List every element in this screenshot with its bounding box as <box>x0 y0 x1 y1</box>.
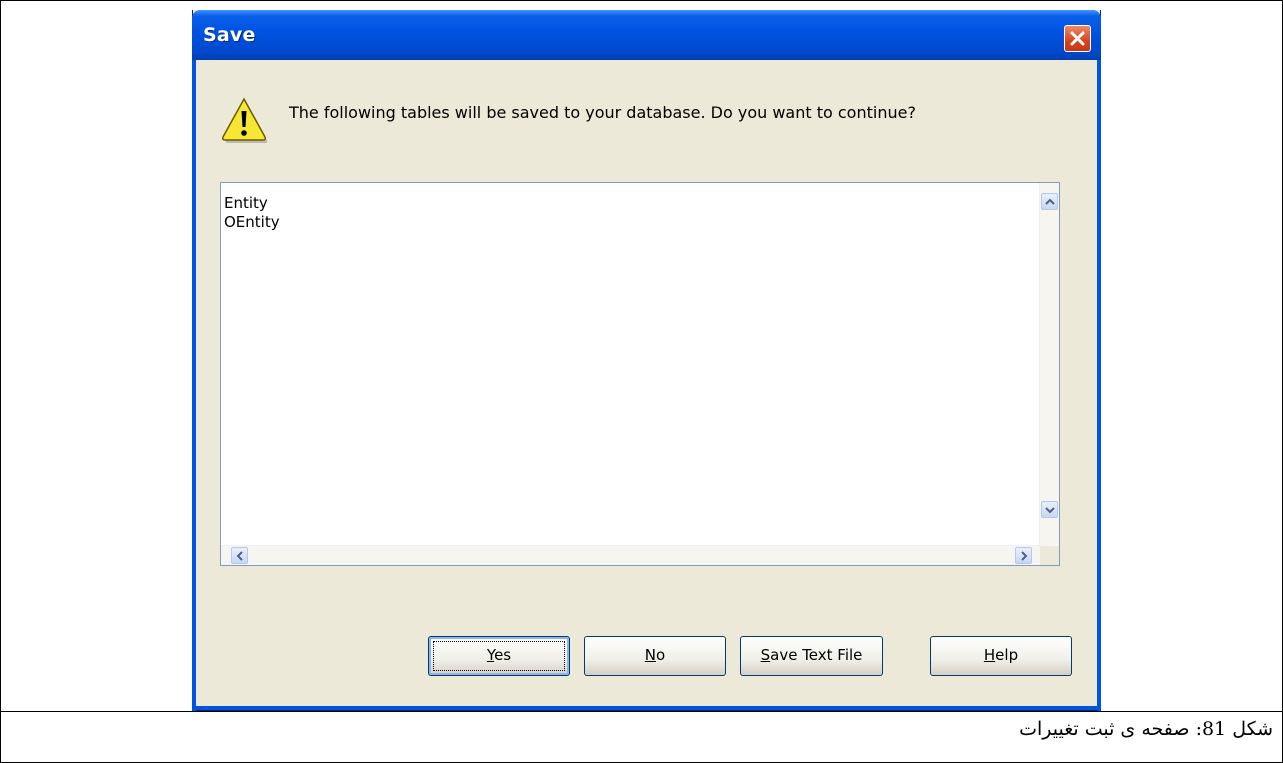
save-dialog: Save The following tables will be saved … <box>192 10 1101 711</box>
window-border-left <box>192 60 196 711</box>
help-mnemonic: H <box>983 646 996 664</box>
list-item[interactable]: OEntity <box>224 213 280 231</box>
horizontal-scrollbar[interactable] <box>221 545 1042 565</box>
scrollbar-corner <box>1040 546 1059 565</box>
warning-icon <box>222 97 268 143</box>
chevron-right-icon <box>1021 551 1028 561</box>
yes-button[interactable]: Yes <box>428 636 570 676</box>
list-item[interactable]: Entity <box>224 194 268 212</box>
tables-listbox[interactable]: Entity OEntity <box>220 182 1060 566</box>
window-border-right <box>1097 60 1101 711</box>
dialog-message: The following tables will be saved to yo… <box>289 103 916 122</box>
save-text-file-mnemonic: S <box>760 646 771 664</box>
save-text-file-button[interactable]: Save Text File <box>740 636 883 676</box>
help-label: elp <box>995 646 1019 664</box>
close-button[interactable] <box>1064 25 1091 52</box>
figure-caption: شکل 81: صفحه ی ثبت تغییرات <box>1019 718 1273 740</box>
scroll-right-button[interactable] <box>1015 547 1032 564</box>
chevron-down-icon <box>1045 507 1055 514</box>
no-button[interactable]: No <box>584 636 726 676</box>
scroll-down-button[interactable] <box>1041 501 1058 518</box>
vertical-scrollbar[interactable] <box>1039 183 1059 547</box>
table-row-divider <box>0 711 1283 712</box>
scroll-up-button[interactable] <box>1041 193 1058 210</box>
chevron-up-icon <box>1045 198 1055 205</box>
close-icon <box>1070 31 1085 46</box>
scroll-left-button[interactable] <box>231 547 248 564</box>
no-label: o <box>656 646 666 664</box>
focus-ring <box>433 641 565 671</box>
chevron-left-icon <box>236 551 243 561</box>
title-bar[interactable]: Save <box>192 10 1101 60</box>
dialog-title: Save <box>203 24 256 46</box>
save-text-file-label: ave Text File <box>770 646 863 664</box>
help-button[interactable]: Help <box>930 636 1072 676</box>
window-border-bottom <box>192 706 1101 710</box>
no-mnemonic: N <box>644 646 657 664</box>
